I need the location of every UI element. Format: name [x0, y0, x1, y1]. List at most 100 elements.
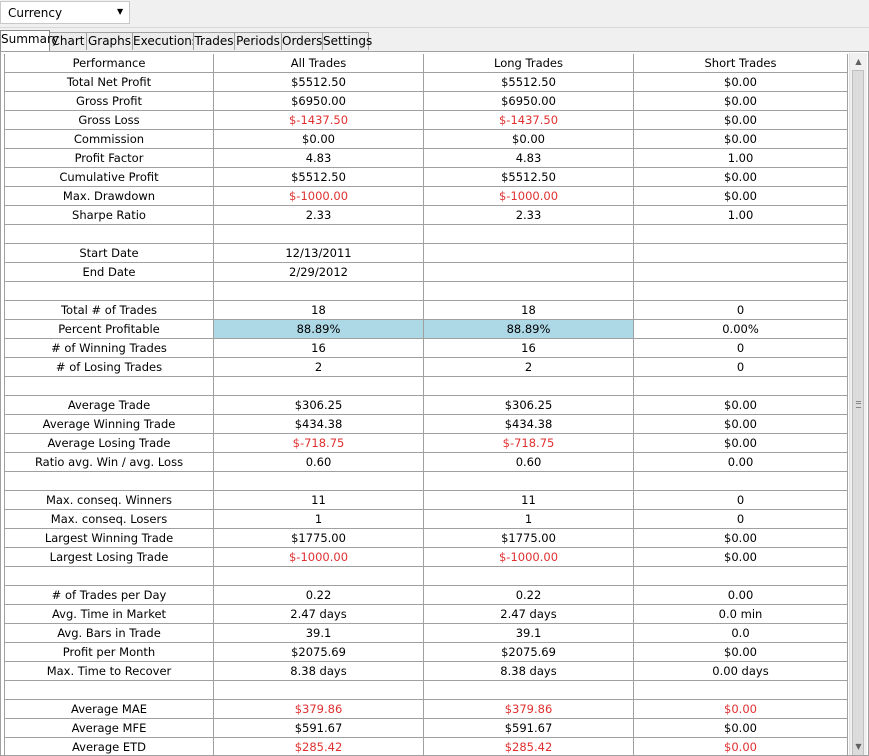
table-row[interactable]: Gross Profit $6950.00 $6950.00 $0.00	[4, 91, 848, 111]
table-row[interactable]: Profit per Month $2075.69 $2075.69 $0.00	[4, 642, 848, 662]
dropdown-value: Currency	[8, 6, 63, 20]
column-header[interactable]: Short Trades	[633, 54, 848, 73]
table-cell: 0.22	[423, 585, 634, 605]
table-cell: 39.1	[423, 623, 634, 643]
table-row[interactable]: Total Net Profit $5512.50 $5512.50 $0.00	[4, 72, 848, 92]
table-cell	[633, 471, 848, 491]
table-row[interactable]: Max. conseq. Winners 11 11 0	[4, 490, 848, 510]
row-label: Cumulative Profit	[4, 167, 214, 187]
table-cell: $-1000.00	[423, 547, 634, 567]
row-label	[4, 566, 214, 586]
table-cell: 16	[213, 338, 424, 358]
table-row[interactable]: Average Losing Trade $-718.75 $-718.75 $0.0…	[4, 433, 848, 453]
row-label: Average ETD	[4, 737, 214, 755]
table-row[interactable]: Largest Losing Trade $-1000.00 $-1000.00 $0…	[4, 547, 848, 567]
table-cell: $-1437.50	[213, 110, 424, 130]
table-row[interactable]: # of Trades per Day 0.22 0.22 0.00	[4, 585, 848, 605]
table-row[interactable]: Average MFE $591.67 $591.67 $0.00	[4, 718, 848, 738]
table-cell: 39.1	[213, 623, 424, 643]
tab-trades[interactable]: Trades	[193, 32, 235, 50]
table-cell: 16	[423, 338, 634, 358]
row-label: Sharpe Ratio	[4, 205, 214, 225]
table-row[interactable]: Max. Drawdown $-1000.00 $-1000.00 $0.00	[4, 186, 848, 206]
table-row[interactable]	[4, 376, 848, 396]
table-row[interactable]: Total # of Trades 18 18 0	[4, 300, 848, 320]
table-cell: 4.83	[423, 148, 634, 168]
tab-orders[interactable]: Orders	[281, 32, 323, 50]
tab-graphs[interactable]: Graphs	[86, 32, 133, 50]
table-row[interactable]	[4, 281, 848, 301]
table-cell	[213, 376, 424, 396]
table-row[interactable]: Average MAE $379.86 $379.86 $0.00	[4, 699, 848, 719]
table-row[interactable]: # of Losing Trades 2 2 0	[4, 357, 848, 377]
table-row[interactable]: Cumulative Profit $5512.50 $5512.50 $0.00	[4, 167, 848, 187]
table-cell	[633, 243, 848, 263]
column-header[interactable]: Long Trades	[423, 54, 634, 73]
scroll-thumb[interactable]	[852, 70, 864, 755]
table-cell	[213, 680, 424, 700]
performance-table: Performance All Trades Long Trades Short Tr…	[4, 54, 848, 755]
table-row[interactable]: Average ETD $285.42 $285.42 $0.00	[4, 737, 848, 755]
table-cell: 2/29/2012	[213, 262, 424, 282]
scroll-down-icon[interactable]: ▼	[850, 738, 867, 755]
table-row[interactable]: # of Winning Trades 16 16 0	[4, 338, 848, 358]
table-cell: $0.00	[633, 91, 848, 111]
table-row[interactable]: Gross Loss $-1437.50 $-1437.50 $0.00	[4, 110, 848, 130]
table-row[interactable]: Average Winning Trade $434.38 $434.38 $0.00	[4, 414, 848, 434]
table-cell: 1	[213, 509, 424, 529]
table-row[interactable]: Percent Profitable 88.89% 88.89% 0.00%	[4, 319, 848, 339]
table-cell	[423, 281, 634, 301]
table-row[interactable]	[4, 680, 848, 700]
table-cell: $5512.50	[213, 72, 424, 92]
tab-periods[interactable]: Periods	[234, 32, 282, 50]
table-row[interactable]: Max. Time to Recover 8.38 days 8.38 days 0.…	[4, 661, 848, 681]
table-row[interactable]: Ratio avg. Win / avg. Loss 0.60 0.60 0.00	[4, 452, 848, 472]
table-cell	[633, 680, 848, 700]
tab-settings[interactable]: Settings	[322, 32, 372, 50]
row-label: Max. Drawdown	[4, 186, 214, 206]
vertical-scrollbar[interactable]: ▲ ▼	[849, 53, 867, 755]
table-cell: $0.00	[633, 186, 848, 206]
row-label: # of Trades per Day	[4, 585, 214, 605]
row-label: Average MAE	[4, 699, 214, 719]
table-cell: $0.00	[213, 129, 424, 149]
table-cell: 88.89%	[423, 319, 634, 339]
table-cell: $434.38	[213, 414, 424, 434]
row-label: # of Winning Trades	[4, 338, 214, 358]
table-row[interactable]: Avg. Bars in Trade 39.1 39.1 0.0	[4, 623, 848, 643]
tab-summary[interactable]: Summary	[0, 30, 59, 51]
table-row[interactable]: Start Date 12/13/2011	[4, 243, 848, 263]
table-row[interactable]: Max. conseq. Losers 1 1 0	[4, 509, 848, 529]
column-header[interactable]: All Trades	[213, 54, 424, 73]
row-label	[4, 281, 214, 301]
table-row[interactable]: Avg. Time in Market 2.47 days 2.47 days 0.0…	[4, 604, 848, 624]
table-cell: $0.00	[633, 72, 848, 92]
row-label: Average MFE	[4, 718, 214, 738]
table-cell: $0.00	[633, 699, 848, 719]
table-cell: $591.67	[423, 718, 634, 738]
table-cell: $306.25	[423, 395, 634, 415]
row-label	[4, 376, 214, 396]
table-cell: 0	[633, 357, 848, 377]
table-row[interactable]	[4, 566, 848, 586]
row-label: Largest Losing Trade	[4, 547, 214, 567]
scroll-up-icon[interactable]: ▲	[850, 53, 867, 70]
currency-dropdown[interactable]: Currency ▼	[0, 1, 130, 24]
table-row[interactable]: Profit Factor 4.83 4.83 1.00	[4, 148, 848, 168]
table-row[interactable]: Commission $0.00 $0.00 $0.00	[4, 129, 848, 149]
table-row[interactable]: End Date 2/29/2012	[4, 262, 848, 282]
table-row[interactable]: Largest Winning Trade $1775.00 $1775.00 $0.…	[4, 528, 848, 548]
table-cell: 18	[423, 300, 634, 320]
tab-executions[interactable]: Executions	[132, 32, 198, 50]
table-cell: $0.00	[423, 129, 634, 149]
table-cell: $0.00	[633, 110, 848, 130]
table-row[interactable]	[4, 471, 848, 491]
row-label: Max. Time to Recover	[4, 661, 214, 681]
column-header[interactable]: Performance	[4, 54, 214, 73]
table-row[interactable]: Sharpe Ratio 2.33 2.33 1.00	[4, 205, 848, 225]
table-cell: $379.86	[423, 699, 634, 719]
table-row[interactable]: Average Trade $306.25 $306.25 $0.00	[4, 395, 848, 415]
table-cell: 4.83	[213, 148, 424, 168]
table-cell: 12/13/2011	[213, 243, 424, 263]
table-row[interactable]	[4, 224, 848, 244]
